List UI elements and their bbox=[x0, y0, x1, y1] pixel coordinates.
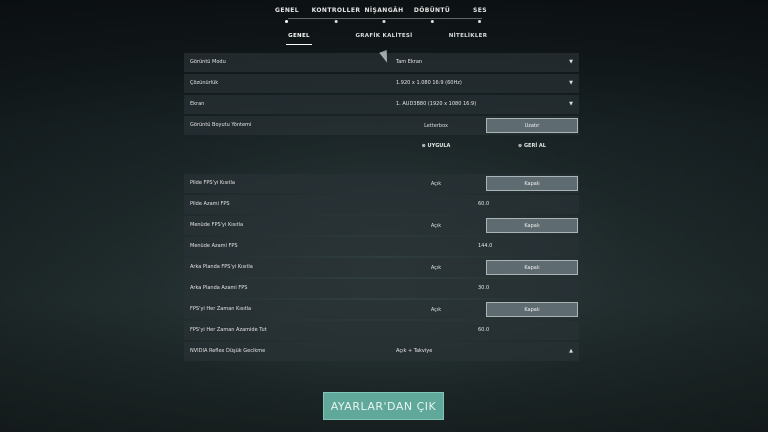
tab-dot bbox=[285, 20, 289, 23]
battery-fps-limit-row: Pilde FPS'yi Kısıtla Açık Kapalı bbox=[184, 174, 579, 193]
menu-fps-limit-label: Menüde FPS'yi Kısıtla bbox=[190, 222, 244, 228]
battery-max-fps-value: 60.0 bbox=[478, 201, 490, 207]
menu-max-fps-row[interactable]: Menüde Azami FPS 144.0 bbox=[184, 237, 579, 256]
menu-max-fps-label: Menüde Azami FPS bbox=[190, 243, 238, 249]
always-max-fps-row[interactable]: FPS'yi Her Zaman Azamide Tut 60.0 bbox=[184, 321, 579, 340]
tab-dot bbox=[382, 20, 386, 23]
chevron-up-icon: ▲ bbox=[569, 348, 573, 354]
top-nav: GENEL KONTROLLER NİŞANGÂH DÖBÜNTÜ SES bbox=[0, 0, 768, 26]
bg-fps-limit-row: Arka Planda FPS'yi Kısıtla Açık Kapalı bbox=[184, 258, 579, 277]
tab-dot bbox=[478, 20, 482, 23]
bg-fps-on-option[interactable]: Açık bbox=[390, 260, 482, 275]
battery-max-fps-row[interactable]: Pilde Azami FPS 60.0 bbox=[184, 195, 579, 214]
battery-fps-on-option[interactable]: Açık bbox=[390, 176, 482, 191]
tab-general[interactable]: GENEL bbox=[275, 7, 299, 23]
nvidia-reflex-label: NVIDIA Reflex Düşük Gecikme bbox=[190, 348, 266, 354]
bg-max-fps-value: 30.0 bbox=[478, 285, 490, 291]
always-max-fps-label: FPS'yi Her Zaman Azamide Tut bbox=[190, 327, 267, 333]
always-fps-on-option[interactable]: Açık bbox=[390, 302, 482, 317]
bg-max-fps-row[interactable]: Arka Planda Azami FPS 30.0 bbox=[184, 279, 579, 298]
resolution-value: 1.920 x 1.080 16:9 (60Hz) bbox=[396, 80, 462, 86]
tab-crosshair[interactable]: NİŞANGÂH bbox=[364, 7, 403, 23]
chevron-down-icon: ▼ bbox=[569, 59, 573, 65]
battery-max-fps-label: Pilde Azami FPS bbox=[190, 201, 230, 207]
chevron-down-icon: ▼ bbox=[569, 101, 573, 107]
nvidia-reflex-value: Açık + Takviye bbox=[396, 348, 433, 354]
battery-fps-limit-label: Pilde FPS'yi Kısıtla bbox=[190, 180, 235, 186]
menu-fps-limit-row: Menüde FPS'yi Kısıtla Açık Kapalı bbox=[184, 216, 579, 235]
subtab-underline bbox=[286, 44, 312, 45]
display-mode-label: Görüntü Modu bbox=[190, 59, 226, 65]
apply-button[interactable]: ⊗ UYGULA bbox=[390, 139, 482, 153]
tab-dot bbox=[334, 20, 338, 23]
always-max-fps-value: 60.0 bbox=[478, 327, 490, 333]
screen-row[interactable]: Ekran 1. AUD3B80 (1920 x 1080 16:9) ▼ bbox=[184, 95, 579, 114]
screen-value: 1. AUD3B80 (1920 x 1080 16:9) bbox=[396, 101, 477, 107]
always-fps-limit-label: FPS'yi Her Zaman Kısıtla bbox=[190, 306, 252, 312]
always-fps-limit-row: FPS'yi Her Zaman Kısıtla Açık Kapalı bbox=[184, 300, 579, 319]
menu-fps-off-option[interactable]: Kapalı bbox=[486, 218, 578, 233]
tab-dot bbox=[430, 20, 434, 23]
menu-fps-on-option[interactable]: Açık bbox=[390, 218, 482, 233]
battery-fps-off-option[interactable]: Kapalı bbox=[486, 176, 578, 191]
subtab-accessibility[interactable]: NİTELİKLER bbox=[449, 33, 487, 39]
tab-video[interactable]: DÖBÜNTÜ bbox=[414, 7, 450, 23]
subtab-general[interactable]: GENEL bbox=[288, 33, 310, 39]
always-fps-off-option[interactable]: Kapalı bbox=[486, 302, 578, 317]
chevron-down-icon: ▼ bbox=[569, 80, 573, 86]
aspect-method-label: Görüntü Boyutu Yöntemi bbox=[190, 122, 252, 128]
aspect-stretch-option[interactable]: Uzatır bbox=[486, 118, 578, 133]
resolution-label: Çözünürlük bbox=[190, 80, 219, 86]
screen-label: Ekran bbox=[190, 101, 205, 107]
resolution-row[interactable]: Çözünürlük 1.920 x 1.080 16:9 (60Hz) ▼ bbox=[184, 74, 579, 93]
aspect-method-row: Görüntü Boyutu Yöntemi Letterbox Uzatır bbox=[184, 116, 579, 135]
menu-max-fps-value: 144.0 bbox=[478, 243, 493, 249]
exit-settings-button[interactable]: AYARLAR'DAN ÇIK bbox=[323, 392, 444, 420]
revert-button[interactable]: ⊗ GERİ AL bbox=[486, 139, 578, 153]
bg-max-fps-label: Arka Planda Azami FPS bbox=[190, 285, 248, 291]
display-mode-value: Tam Ekran bbox=[396, 59, 423, 65]
subtab-graphics-quality[interactable]: GRAFİK KALİTESİ bbox=[355, 33, 412, 39]
tab-audio[interactable]: SES bbox=[473, 7, 487, 23]
nvidia-reflex-row[interactable]: NVIDIA Reflex Düşük Gecikme Açık + Takvi… bbox=[184, 342, 579, 361]
bg-fps-limit-label: Arka Planda FPS'yi Kısıtla bbox=[190, 264, 253, 270]
tab-controls[interactable]: KONTROLLER bbox=[312, 7, 361, 23]
aspect-letterbox-option[interactable]: Letterbox bbox=[390, 118, 482, 133]
sub-nav: GENEL GRAFİK KALİTESİ NİTELİKLER bbox=[0, 30, 768, 45]
bg-fps-off-option[interactable]: Kapalı bbox=[486, 260, 578, 275]
